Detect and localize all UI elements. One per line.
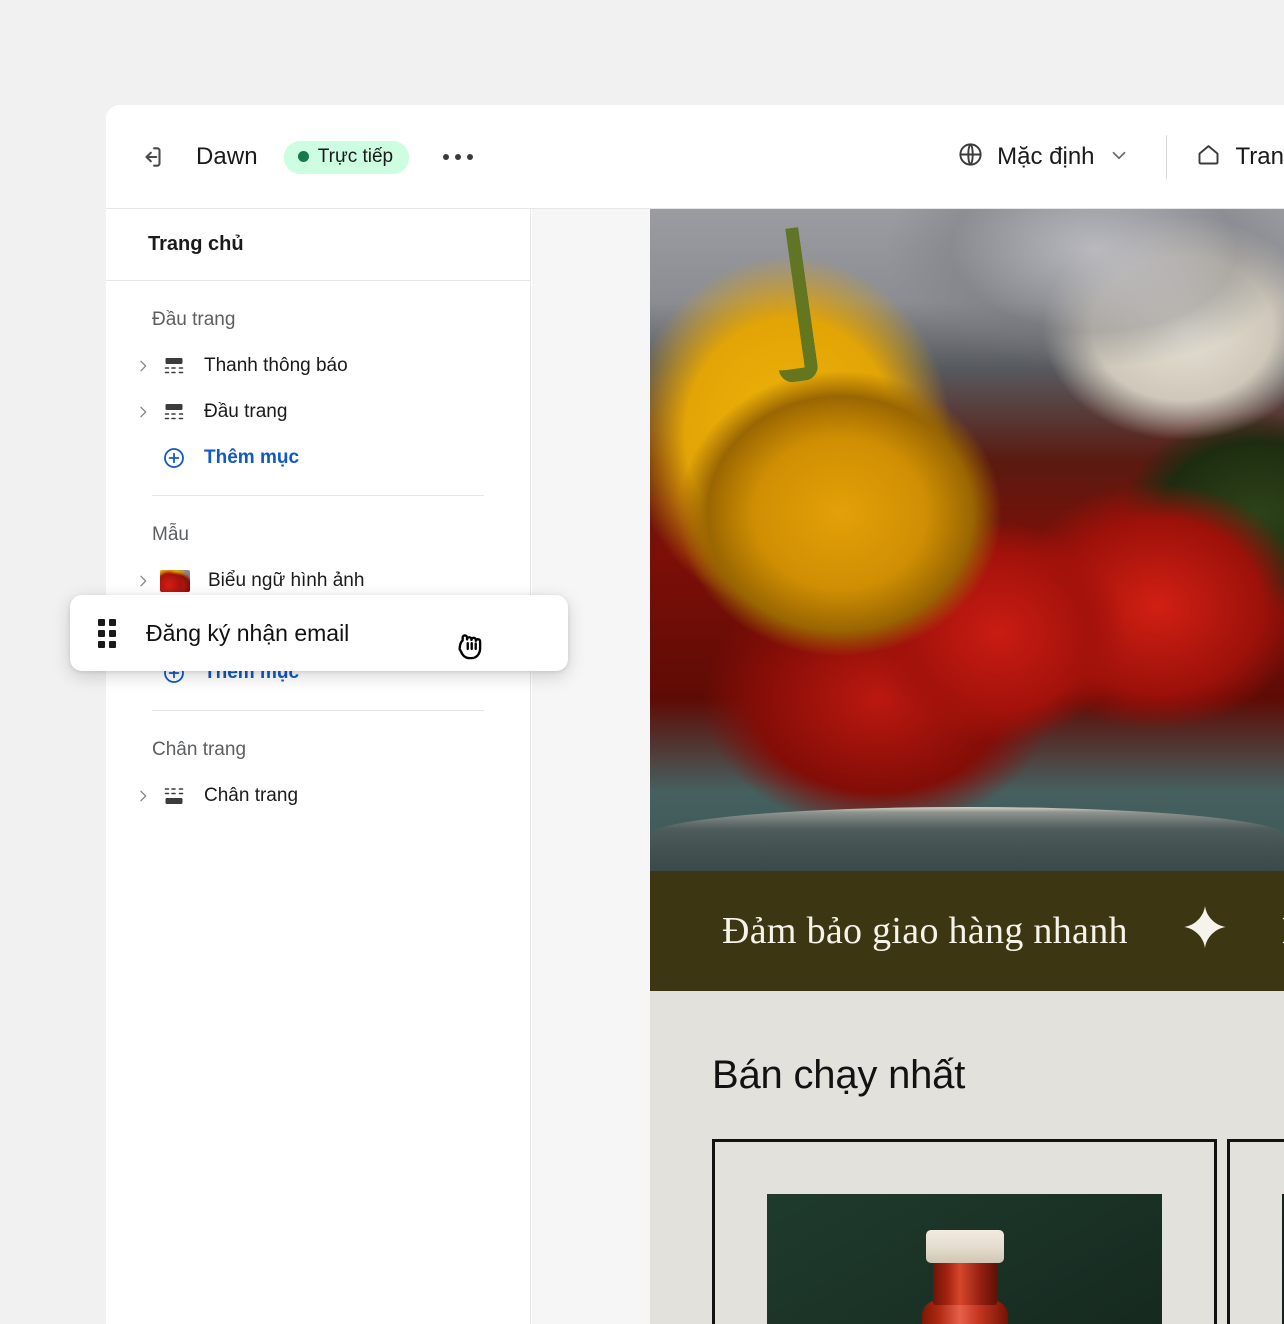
sidebar-header-title: Trang chủ	[148, 233, 244, 255]
bottle-cap	[925, 1230, 1004, 1263]
globe-icon	[957, 141, 984, 173]
sidebar-item-header[interactable]: Đầu trang	[106, 389, 530, 435]
more-dot-1	[443, 154, 450, 160]
chevron-down-icon	[1108, 144, 1130, 171]
dragged-section-label: Đăng ký nhận email	[146, 619, 350, 646]
four-point-star-icon	[1182, 904, 1228, 958]
section-header-icon	[162, 400, 186, 424]
grabbing-hand-cursor	[450, 625, 494, 669]
bottle-shape	[921, 1230, 1008, 1324]
editor-topbar: Dawn Trực tiếp Mặc định Tran	[106, 105, 1284, 209]
drag-dot	[98, 640, 105, 648]
screen-root: Dawn Trực tiếp Mặc định Tran Trang chủ Đ…	[0, 0, 1284, 1324]
status-badge-label: Trực tiếp	[317, 145, 394, 167]
status-badge: Trực tiếp	[283, 140, 410, 174]
section-header-icon	[162, 354, 186, 378]
ticker-item-1: Đảm bảo giao hàng nhanh	[722, 910, 1128, 952]
group-title-header: Đầu trang	[152, 309, 236, 330]
drag-dot	[109, 618, 116, 626]
drag-dot	[109, 640, 116, 648]
chevron-right-icon[interactable]	[132, 355, 154, 377]
topbar-right-group: Mặc định Tran	[949, 105, 1284, 209]
chevron-right-icon[interactable]	[132, 401, 154, 423]
theme-preview-pane: Đảm bảo giao hàng nhanh Bao bì s Bán chạ…	[532, 209, 1284, 1324]
theme-editor-window: Dawn Trực tiếp Mặc định Tran Trang chủ Đ…	[106, 105, 1284, 1324]
sidebar-item-label: Chân trang	[204, 785, 299, 806]
home-icon	[1195, 141, 1222, 173]
product-grid	[712, 1139, 1284, 1324]
group-title-footer: Chân trang	[152, 739, 247, 760]
market-selector[interactable]: Mặc định	[949, 135, 1137, 179]
sections-sidebar: Trang chủ Đầu trang Thanh thông báo Đầu …	[106, 209, 531, 1324]
sidebar-group-footer: Chân trang Chân trang	[106, 711, 530, 819]
more-dot-2	[455, 154, 462, 160]
topbar-divider	[1165, 135, 1167, 179]
sidebar-item-label: Đầu trang	[204, 401, 288, 422]
sidebar-item-announcement-bar[interactable]: Thanh thông báo	[106, 343, 530, 389]
sidebar-item-label: Biểu ngữ hình ảnh	[208, 570, 365, 591]
image-thumbnail	[160, 570, 190, 592]
hero-image	[650, 209, 1284, 871]
hero-image-banner[interactable]	[650, 209, 1284, 871]
page-selector-label: Tran	[1235, 143, 1284, 170]
bottle-neck	[932, 1261, 997, 1305]
drag-handle-icon[interactable]	[98, 618, 116, 648]
announcement-ticker[interactable]: Đảm bảo giao hàng nhanh Bao bì s	[650, 871, 1284, 991]
section-footer-icon	[162, 784, 186, 808]
drag-dot	[98, 618, 105, 626]
group-title-template: Mẫu	[152, 524, 189, 545]
chevron-right-icon[interactable]	[132, 785, 154, 807]
sidebar-item-label: Thanh thông báo	[204, 355, 348, 376]
market-selector-label: Mặc định	[997, 143, 1095, 170]
bestsellers-title: Bán chạy nhất	[712, 1053, 966, 1097]
exit-icon[interactable]	[140, 144, 166, 170]
more-dot-3	[467, 154, 474, 160]
theme-name-label: Dawn	[196, 143, 258, 170]
add-section-label: Thêm mục	[204, 447, 300, 468]
page-selector[interactable]: Tran	[1195, 141, 1284, 173]
topbar-left-group: Dawn Trực tiếp	[140, 105, 479, 209]
pan-rim-shape	[650, 807, 1284, 871]
drag-dot	[109, 629, 116, 637]
sidebar-group-header: Đầu trang Thanh thông báo Đầu trang Thêm…	[106, 281, 530, 496]
product-card[interactable]	[712, 1139, 1217, 1324]
bestsellers-section[interactable]: Bán chạy nhất	[650, 991, 1284, 1324]
add-section-button-header[interactable]: Thêm mục	[106, 435, 530, 481]
product-image	[767, 1194, 1162, 1324]
dragged-section-card[interactable]: Đăng ký nhận email	[70, 595, 568, 671]
storefront-preview: Đảm bảo giao hàng nhanh Bao bì s Bán chạ…	[650, 209, 1284, 1324]
product-card[interactable]	[1227, 1139, 1284, 1324]
status-dot-icon	[297, 151, 309, 162]
more-options-button[interactable]	[437, 148, 479, 166]
sidebar-header: Trang chủ	[106, 209, 530, 281]
sidebar-item-footer[interactable]: Chân trang	[106, 773, 530, 819]
chevron-right-icon[interactable]	[132, 570, 154, 592]
drag-dot	[98, 629, 105, 637]
plus-circle-icon	[162, 446, 186, 470]
